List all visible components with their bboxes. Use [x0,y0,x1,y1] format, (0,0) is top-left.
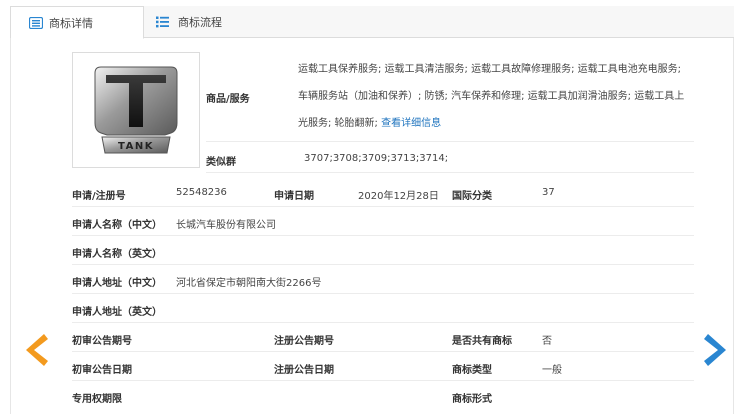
form-label: 商标形式 [452,394,492,405]
trademark-image: TANK [72,52,200,168]
intl-class-label: 国际分类 [452,191,492,202]
chevron-right-icon [704,334,726,366]
divider [206,172,694,173]
prelim-date-label: 初审公告日期 [72,365,132,376]
type-label: 商标类型 [452,365,492,376]
goods-services-text: 运载工具保养服务; 运载工具清洁服务; 运载工具故障修理服务; 运载工具电池充电… [298,64,685,129]
tab-label: 商标详情 [49,16,93,30]
divider [72,264,694,265]
prev-button[interactable] [22,332,48,371]
tab-trademark-details[interactable]: 商标详情 [10,6,144,39]
logo-text: TANK [118,141,154,152]
tab-bar: 商标详情 商标流程 [10,6,734,39]
divider [72,380,694,381]
view-details-link[interactable]: 查看详细信息 [381,118,441,129]
applicant-cn-value: 长城汽车股份有限公司 [176,220,276,231]
divider [72,235,694,236]
applicant-cn-label: 申请人名称（中文） [72,220,162,231]
chevron-left-icon [26,334,48,366]
similar-group-label: 类似群 [206,157,236,168]
intl-class-value: 37 [542,187,555,198]
shared-label: 是否共有商标 [452,336,512,347]
prelim-issue-label: 初审公告期号 [72,336,132,347]
reg-no-value: 52548236 [176,187,227,198]
applicant-en-label: 申请人名称（英文） [72,249,162,260]
apply-date-label: 申请日期 [274,191,314,202]
list-bullets-icon [156,16,169,31]
divider [72,351,694,352]
goods-services-value: 运载工具保养服务; 运载工具清洁服务; 运载工具故障修理服务; 运载工具电池充电… [298,56,688,137]
tab-trademark-process[interactable]: 商标流程 [144,6,274,38]
exclusive-term-label: 专用权期限 [72,394,122,405]
apply-date-value: 2020年12月28日 [358,191,439,202]
type-value: 一般 [542,365,562,376]
next-button[interactable] [704,332,730,371]
list-doc-icon [28,16,44,32]
divider [206,141,694,142]
tab-label: 商标流程 [178,16,222,29]
reg-date-label: 注册公告日期 [274,365,334,376]
reg-issue-label: 注册公告期号 [274,336,334,347]
address-cn-label: 申请人地址（中文） [72,278,162,289]
divider [72,206,694,207]
address-cn-value: 河北省保定市朝阳南大街2266号 [176,278,322,289]
address-en-label: 申请人地址（英文） [72,307,162,318]
divider [72,293,694,294]
goods-services-label: 商品/服务 [206,94,250,105]
reg-no-label: 申请/注册号 [72,191,126,202]
similar-group-value: 3707;3708;3709;3713;3714; [304,153,449,164]
shared-value: 否 [542,336,552,347]
divider [72,322,694,323]
